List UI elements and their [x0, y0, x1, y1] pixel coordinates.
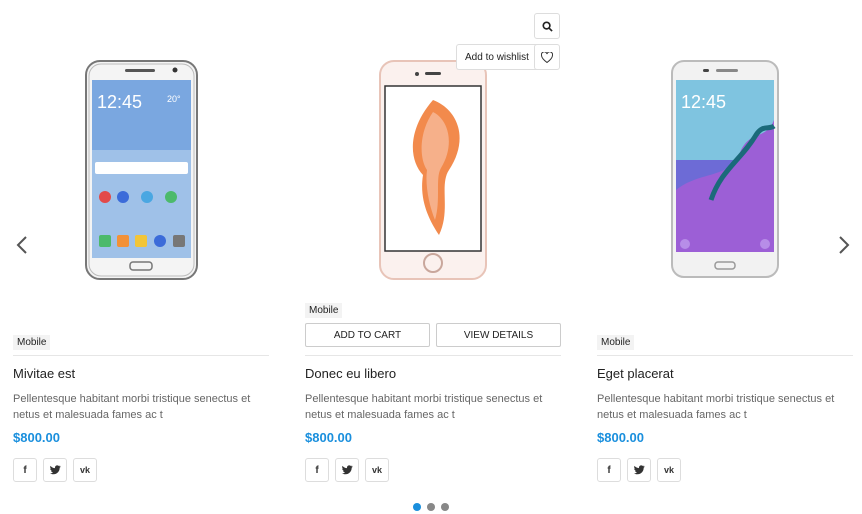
product-card: 12:45 20° Mobile Mivitae est Pellentesqu… — [13, 0, 269, 500]
category-tag[interactable]: Mobile — [13, 335, 51, 350]
category-tag[interactable]: Mobile — [597, 335, 635, 350]
view-details-button[interactable]: VIEW DETAILS — [436, 323, 561, 347]
divider — [597, 355, 853, 356]
vk-share-button[interactable]: vk — [657, 458, 681, 482]
social-links: f vk — [13, 458, 97, 482]
product-image[interactable]: 12:45 20° — [13, 40, 269, 290]
product-card: 12:45 Mobile Eget placerat Pellentesque … — [597, 0, 853, 500]
divider — [305, 355, 561, 356]
vk-icon: vk — [371, 465, 382, 475]
facebook-share-button[interactable]: f — [597, 458, 621, 482]
product-description: Pellentesque habitant morbi tristique se… — [13, 393, 251, 421]
carousel-dot[interactable] — [427, 503, 435, 511]
svg-text:12:45: 12:45 — [681, 92, 726, 112]
divider — [13, 355, 269, 356]
social-links: f vk — [597, 458, 681, 482]
vk-icon: vk — [79, 465, 90, 475]
social-links: f vk — [305, 458, 389, 482]
product-title[interactable]: Mivitae est — [13, 366, 75, 381]
heart-icon — [541, 51, 553, 63]
facebook-share-button[interactable]: f — [13, 458, 37, 482]
phone-image: 12:45 — [671, 60, 779, 278]
svg-text:20°: 20° — [167, 94, 181, 104]
quick-view-button[interactable] — [534, 13, 560, 39]
vk-share-button[interactable]: vk — [73, 458, 97, 482]
product-description: Pellentesque habitant morbi tristique se… — [305, 393, 543, 421]
twitter-icon — [49, 465, 61, 475]
product-price: $800.00 — [13, 430, 60, 445]
svg-text:12:45: 12:45 — [97, 92, 142, 112]
wishlist-label[interactable]: Add to wishlist — [456, 44, 537, 70]
product-title[interactable]: Donec eu libero — [305, 366, 396, 381]
twitter-icon — [633, 465, 645, 475]
product-price: $800.00 — [597, 430, 644, 445]
product-image[interactable]: Add to wishlist — [305, 13, 561, 290]
search-icon — [541, 20, 553, 32]
vk-share-button[interactable]: vk — [365, 458, 389, 482]
add-to-wishlist-button[interactable] — [534, 44, 560, 70]
product-price: $800.00 — [305, 430, 352, 445]
product-image[interactable]: 12:45 — [597, 40, 853, 290]
twitter-share-button[interactable] — [43, 458, 67, 482]
phone-image: 12:45 20° — [85, 60, 198, 280]
twitter-share-button[interactable] — [335, 458, 359, 482]
category-tag[interactable]: Mobile — [305, 303, 343, 318]
product-card: Add to wishlist Mobile ADD TO CART VIEW … — [305, 0, 561, 500]
add-to-cart-button[interactable]: ADD TO CART — [305, 323, 430, 347]
carousel-dot[interactable] — [413, 503, 421, 511]
product-title[interactable]: Eget placerat — [597, 366, 674, 381]
facebook-icon: f — [23, 464, 27, 476]
phone-image — [379, 60, 487, 280]
product-actions: ADD TO CART VIEW DETAILS — [305, 323, 561, 347]
product-description: Pellentesque habitant morbi tristique se… — [597, 393, 835, 421]
facebook-icon: f — [607, 464, 611, 476]
facebook-icon: f — [315, 464, 319, 476]
vk-icon: vk — [663, 465, 674, 475]
carousel-dot[interactable] — [441, 503, 449, 511]
facebook-share-button[interactable]: f — [305, 458, 329, 482]
carousel-pagination — [413, 503, 449, 511]
twitter-share-button[interactable] — [627, 458, 651, 482]
twitter-icon — [341, 465, 353, 475]
